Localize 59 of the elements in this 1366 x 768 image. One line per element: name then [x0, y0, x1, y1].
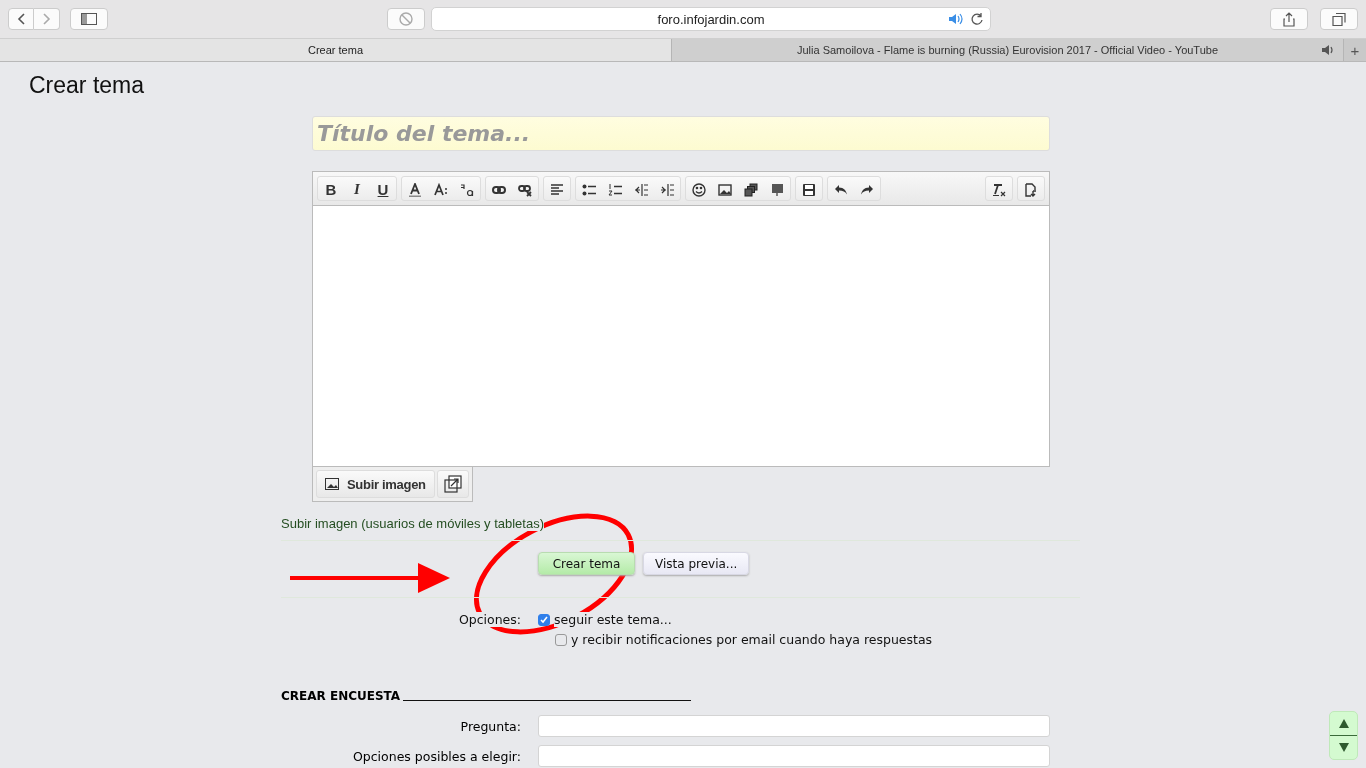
chevron-left-icon — [17, 13, 25, 25]
text-field[interactable] — [538, 715, 1050, 737]
checkmark-icon — [540, 615, 548, 624]
clear-formatting-icon[interactable] — [992, 182, 1006, 197]
tabs-icon — [1332, 12, 1346, 26]
chevron-right-icon — [42, 13, 51, 25]
smiley-icon[interactable] — [692, 182, 706, 197]
indent-icon[interactable] — [660, 182, 674, 197]
create-topic-button[interactable]: Crear tema — [538, 552, 635, 575]
letter-case-icon[interactable] — [460, 182, 474, 197]
format-button[interactable]: I — [344, 177, 370, 202]
page-title: Crear tema — [29, 72, 146, 99]
share-button[interactable] — [1270, 8, 1308, 30]
bulleted-list-icon[interactable] — [582, 182, 596, 197]
share-icon — [1283, 11, 1295, 27]
browser-tab[interactable]: Crear tema — [0, 39, 672, 61]
outdent-icon[interactable] — [634, 182, 648, 197]
upload-image-button[interactable]: Subir imagen — [316, 470, 435, 498]
font-size-icon[interactable] — [434, 182, 448, 197]
format-button[interactable]: B — [318, 177, 344, 202]
blocked-icon — [399, 12, 413, 26]
preview-button[interactable]: Vista previa... — [643, 552, 750, 575]
text-field[interactable] — [538, 745, 1050, 767]
reload-icon[interactable] — [970, 12, 984, 26]
new-tab-button[interactable]: + — [1344, 39, 1366, 61]
speaker-icon[interactable] — [1321, 44, 1335, 56]
field-label: Opciones posibles a elegir: — [351, 748, 521, 764]
browser-tab[interactable]: Julia Samoilova - Flame is burning (Russia) Eurovision 2017 - Official Video - YouTube — [672, 39, 1344, 61]
poll-heading: CREAR ENCUESTA — [281, 689, 401, 703]
stacked-images-icon[interactable] — [744, 182, 758, 197]
expand-button[interactable] — [436, 470, 469, 498]
tabs-overview-button[interactable] — [1320, 8, 1358, 30]
save-icon[interactable] — [802, 182, 816, 197]
sidebar-icon — [81, 13, 97, 25]
unlink-icon[interactable] — [518, 182, 532, 197]
field-label: Pregunta: — [459, 718, 521, 734]
redo-icon[interactable] — [860, 182, 874, 197]
expand-icon — [443, 475, 462, 493]
align-left-icon[interactable] — [550, 182, 564, 197]
checkbox-label: y recibir notificaciones por email cuando haya respuestas — [571, 632, 933, 647]
image-icon[interactable] — [718, 182, 732, 197]
url-text: foro.infojardin.com — [657, 11, 765, 27]
title-field[interactable]: Título del tema... — [312, 116, 1050, 151]
scroll-up-icon[interactable] — [1338, 719, 1349, 728]
upload-image-link[interactable]: Subir imagen (usuarios de móviles y tabletas) — [281, 516, 544, 531]
address-bar[interactable]: foro.infojardin.com — [431, 7, 991, 31]
font-color-icon[interactable] — [408, 182, 422, 197]
numbered-list-icon[interactable] — [608, 182, 622, 197]
checkbox-label: seguir este tema... — [554, 612, 672, 627]
checkbox[interactable] — [538, 613, 550, 626]
back-button[interactable] — [8, 8, 34, 30]
image-icon — [325, 478, 339, 490]
options-label: Opciones: — [458, 612, 521, 627]
scroll-down-icon[interactable] — [1338, 743, 1349, 752]
speaker-icon[interactable] — [948, 12, 964, 26]
page-refresh-icon[interactable] — [1024, 182, 1038, 197]
sidebar-button[interactable] — [70, 8, 108, 30]
format-button[interactable]: U — [370, 177, 396, 202]
checkbox[interactable] — [555, 633, 567, 646]
